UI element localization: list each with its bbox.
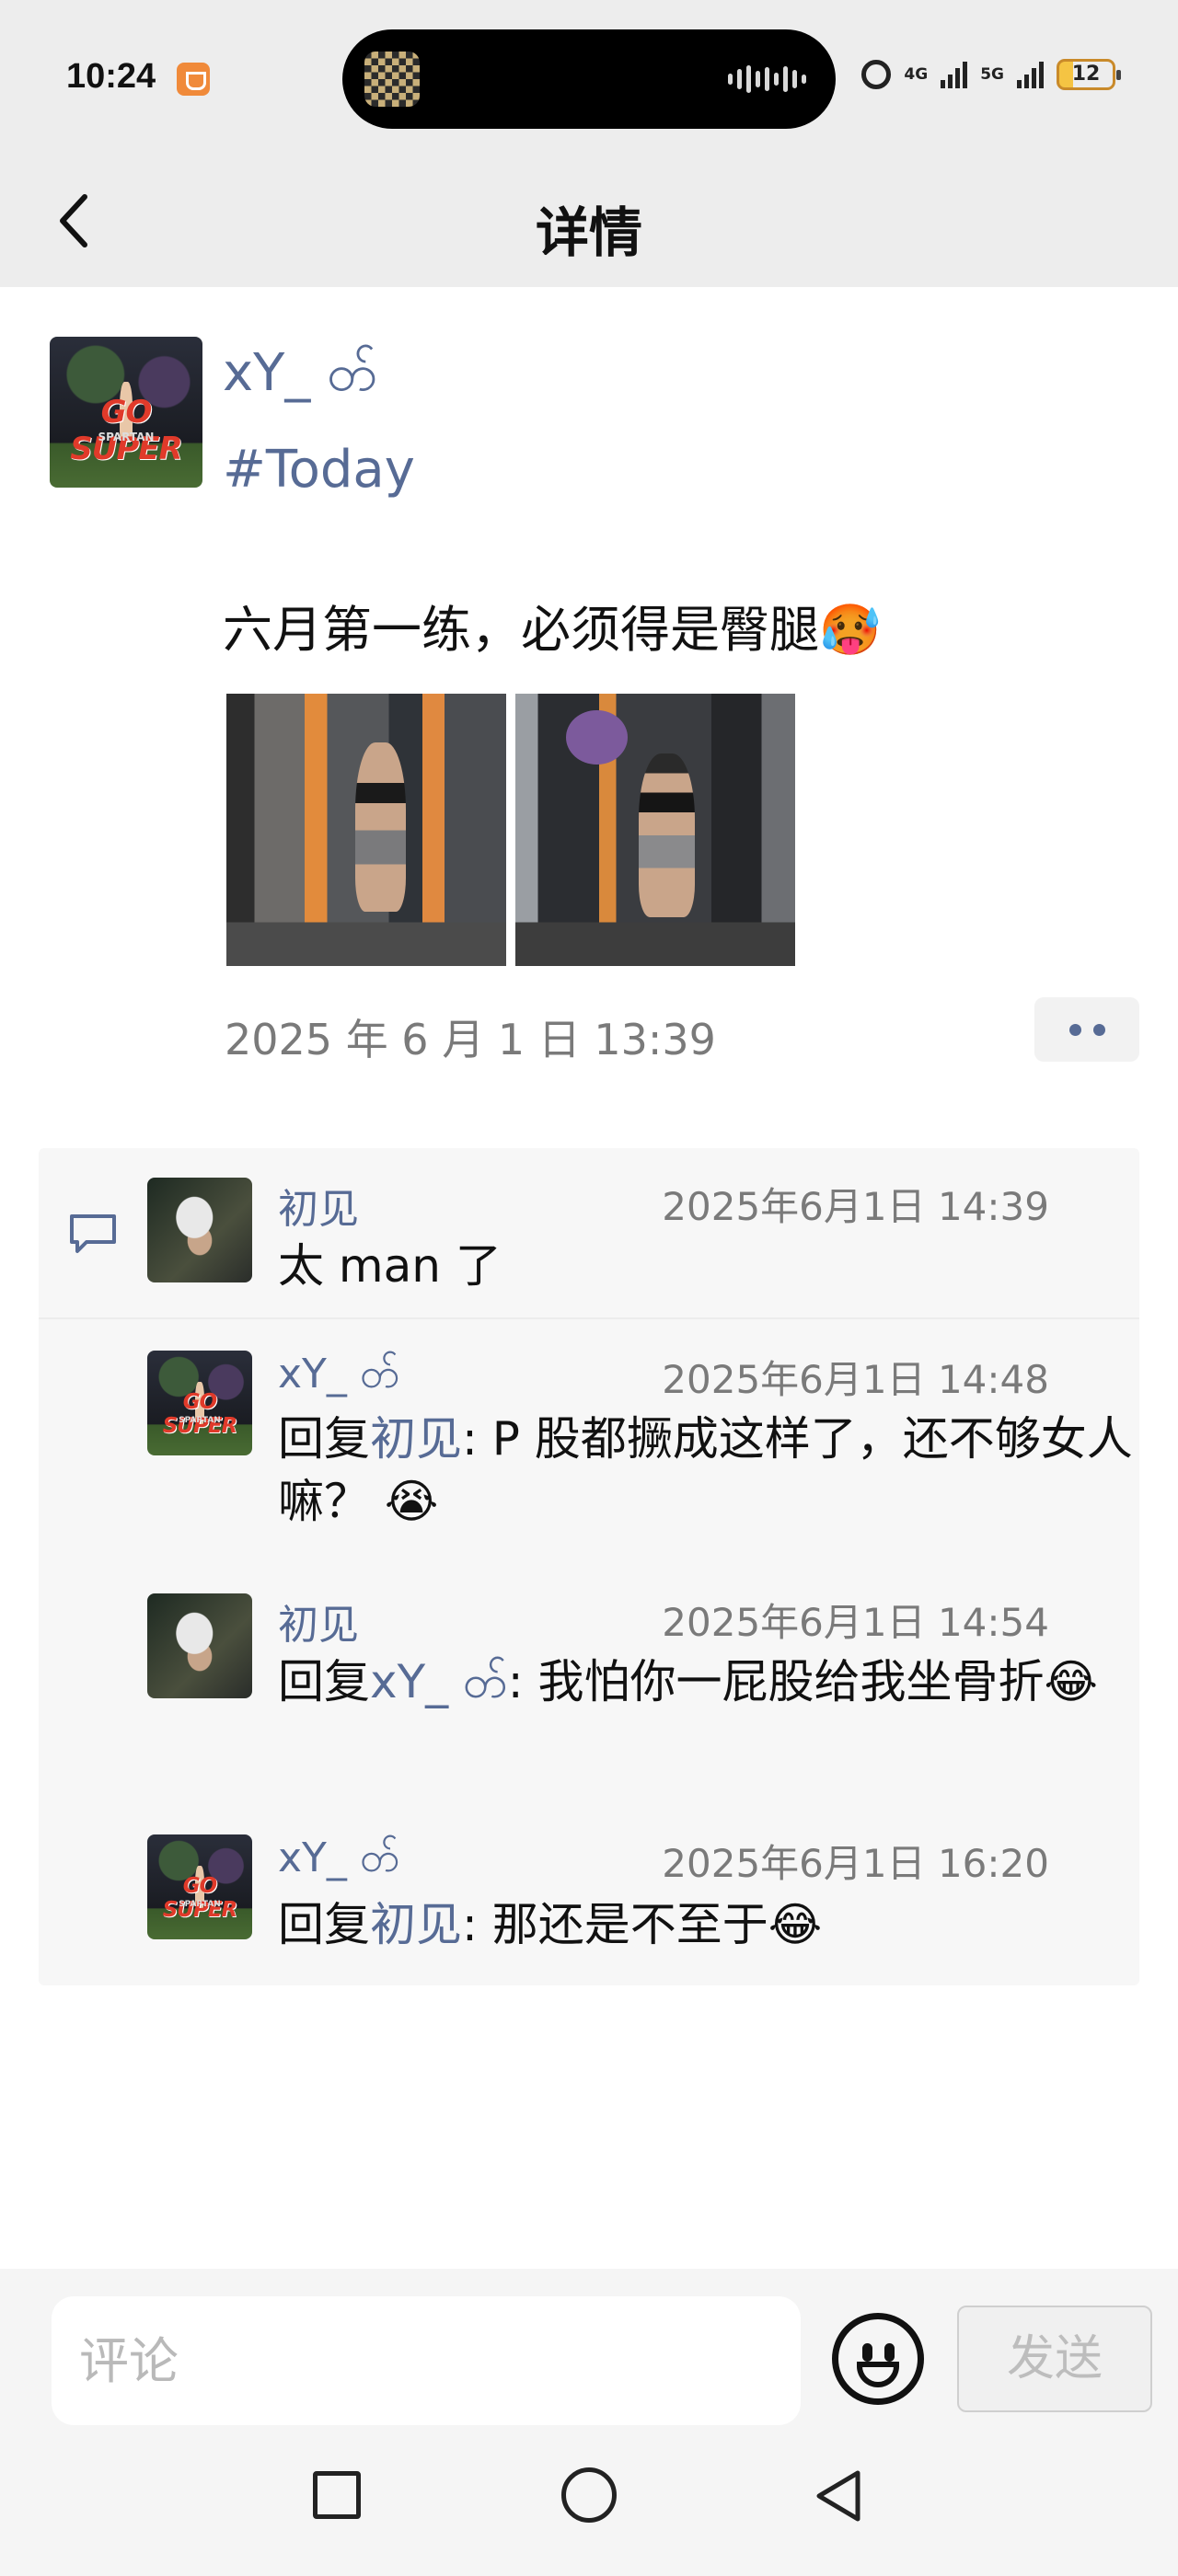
emoji-icon[interactable] — [832, 2313, 924, 2405]
more-dots-icon[interactable] — [1034, 997, 1139, 1062]
page-title: 详情 — [535, 201, 642, 264]
battery-icon: 12 — [1057, 59, 1121, 90]
reply-target[interactable]: 初见 — [370, 1412, 462, 1466]
comment-author[interactable]: 初见 — [278, 1176, 359, 1235]
back-triangle-icon[interactable] — [810, 2466, 871, 2526]
comment-author[interactable]: xY_ တ် — [278, 1349, 399, 1408]
post-timestamp: 2025 年 6 月 1 日 13:39 — [225, 1015, 716, 1064]
network-5g-label: 5G — [980, 65, 1004, 84]
comment-text: 回复初见: P 股都撅成这样了，还不够女人嘛？ 😭 — [278, 1408, 1143, 1533]
alarm-icon — [861, 60, 892, 89]
comment-text: 回复初见: 那还是不至于😂 — [278, 1893, 1143, 1956]
comment-time: 2025年6月1日 14:48 — [662, 1357, 1049, 1402]
comment-body: 太 man 了 — [278, 1239, 502, 1293]
comment-time: 2025年6月1日 14:54 — [662, 1600, 1049, 1645]
post-image-2[interactable] — [515, 694, 795, 966]
post-tag[interactable]: #Today — [223, 440, 415, 500]
comment-avatar[interactable] — [147, 1178, 252, 1282]
home-icon[interactable] — [561, 2467, 617, 2523]
comment-time: 2025年6月1日 16:20 — [662, 1841, 1049, 1886]
music-album-icon — [364, 52, 420, 107]
comment-time: 2025年6月1日 14:39 — [662, 1184, 1049, 1229]
post-author-avatar[interactable]: GO SUPER SPARTAN — [50, 337, 202, 488]
system-nav-bar — [0, 2466, 1178, 2576]
recents-icon[interactable] — [313, 2471, 361, 2519]
status-bar: 10:24 4G 5G 12 — [0, 0, 1178, 156]
reply-target[interactable]: xY_ တ် — [370, 1655, 508, 1708]
reply-prefix: 回复 — [278, 1412, 370, 1466]
comment-author[interactable]: 初见 — [278, 1592, 359, 1650]
comment-body: : 我怕你一屁股给我坐骨折😂 — [507, 1655, 1098, 1708]
dynamic-island[interactable] — [342, 29, 836, 129]
comment-body: : 那还是不至于😂 — [462, 1898, 823, 1951]
comments-section: 初见 2025年6月1日 14:39 太 man 了 GO SUPER SPART… — [39, 1148, 1139, 1985]
comment-text: 回复xY_ တ်: 我怕你一屁股给我坐骨折😂 — [278, 1650, 1143, 1713]
status-icons: 4G 5G 12 — [861, 59, 1121, 90]
app-notification-icon — [177, 63, 210, 96]
post-text: 六月第一练，必须得是臀腿🥵 — [223, 601, 882, 659]
comment-bubble-icon — [70, 1214, 116, 1253]
reply-prefix: 回复 — [278, 1898, 370, 1951]
comment-text: 太 man 了 — [278, 1235, 1143, 1297]
reply-prefix: 回复 — [278, 1655, 370, 1708]
signal-icon — [941, 61, 968, 88]
comment-author[interactable]: xY_ တ် — [278, 1833, 399, 1892]
comment-input[interactable] — [52, 2296, 801, 2425]
audio-wave-icon — [728, 64, 806, 94]
reply-target[interactable]: 初见 — [370, 1898, 462, 1951]
network-4g-label: 4G — [904, 65, 929, 84]
signal-icon — [1017, 61, 1044, 88]
comment-avatar[interactable]: GO SUPER SPARTAN — [147, 1351, 252, 1455]
divider — [39, 1317, 1139, 1319]
comment-avatar[interactable] — [147, 1593, 252, 1698]
send-button[interactable]: 发送 — [957, 2306, 1152, 2412]
post-image-1[interactable] — [226, 694, 506, 966]
nav-bar: 详情 — [0, 156, 1178, 287]
status-time: 10:24 — [66, 57, 156, 96]
post-author-name[interactable]: xY_ တ် — [223, 340, 377, 416]
comment-avatar[interactable]: GO SUPER SPARTAN — [147, 1834, 252, 1939]
